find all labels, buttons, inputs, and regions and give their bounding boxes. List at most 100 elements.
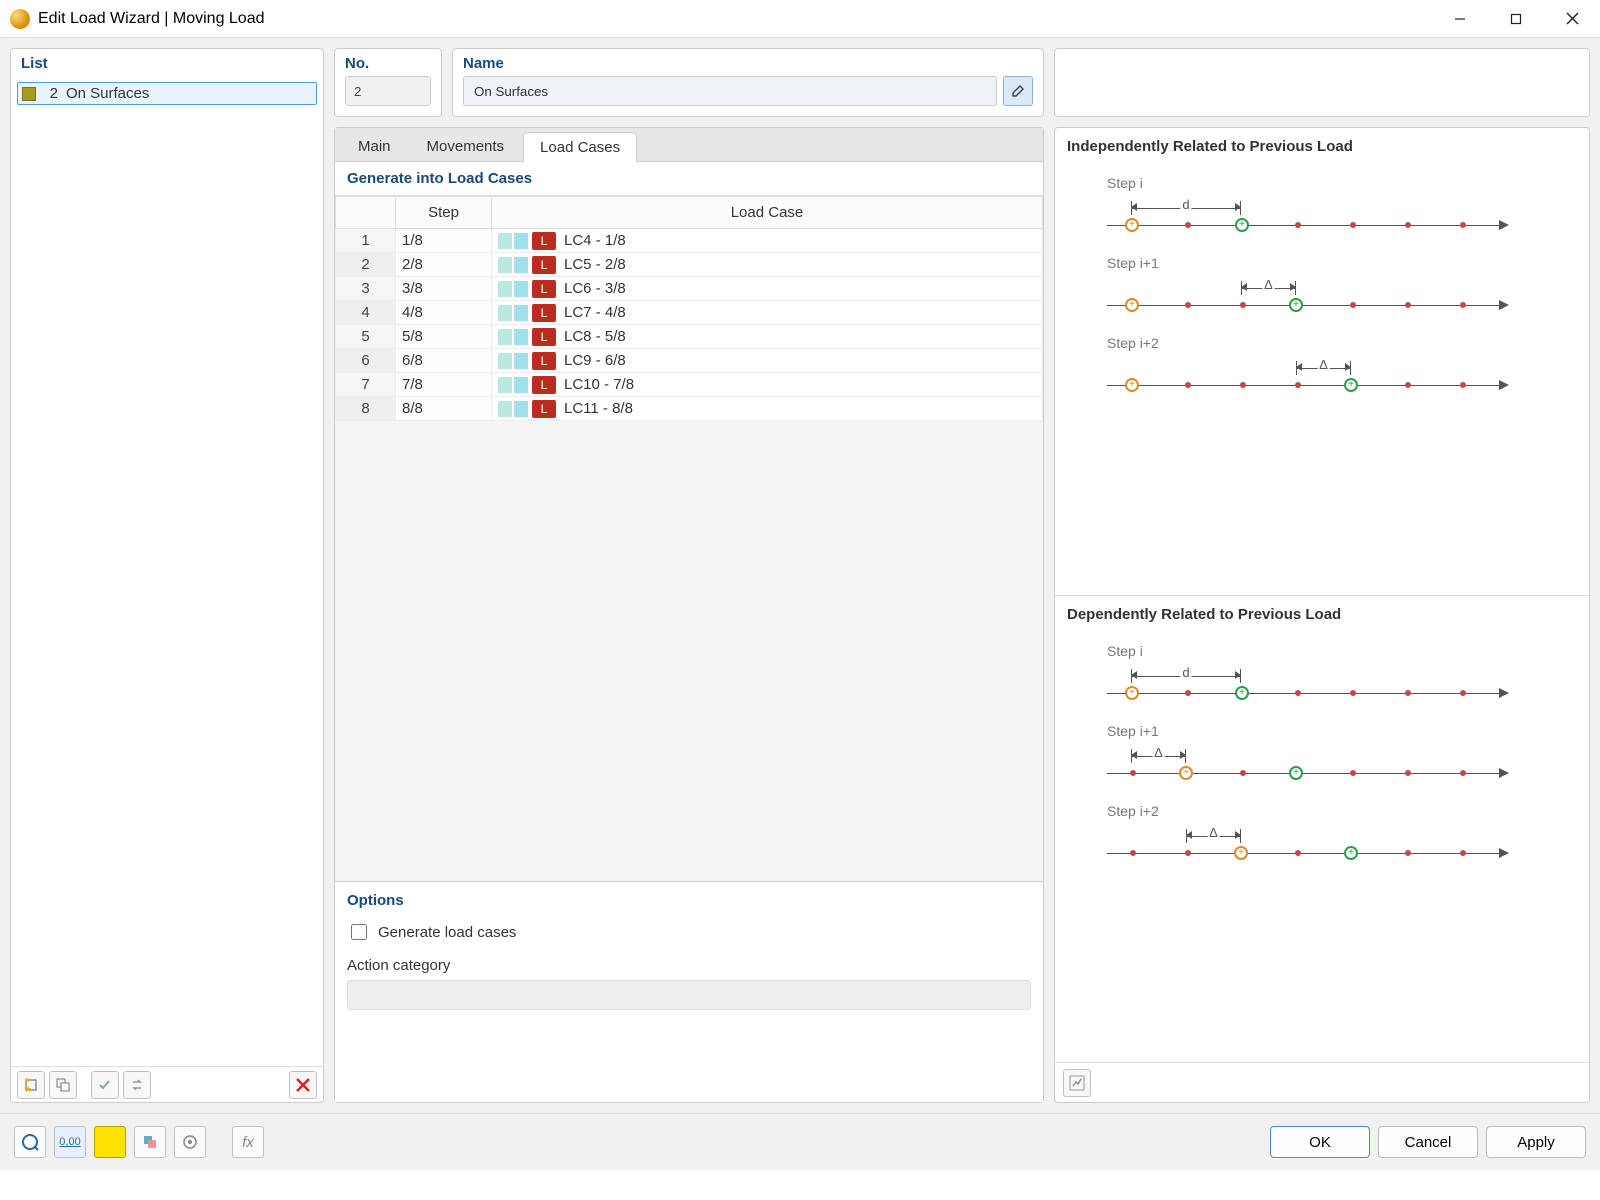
view-button[interactable] [174,1126,206,1158]
color-chip-icon [514,281,528,297]
generate-section-title: Generate into Load Cases [335,162,1043,195]
number-input[interactable] [345,76,431,106]
independent-section: Independently Related to Previous Load S… [1055,128,1589,595]
load-cases-table: Step Load Case 11/8LLC4 - 1/822/8LLC5 - … [335,196,1043,421]
ok-button[interactable]: OK [1270,1126,1370,1158]
load-case-text: LC6 - 3/8 [564,280,626,297]
l-badge-icon: L [532,328,556,346]
col-step[interactable]: Step [396,197,492,229]
step-cell[interactable]: 5/8 [396,325,492,349]
load-case-text: LC9 - 6/8 [564,352,626,369]
load-case-text: LC11 - 8/8 [564,400,633,417]
list-header: List [11,49,323,78]
tab-load-cases[interactable]: Load Cases [523,132,637,162]
step-cell[interactable]: 2/8 [396,253,492,277]
load-case-cell[interactable]: L LC8 - 5/8 [492,325,1043,349]
number-label: No. [345,55,431,72]
list-item-on-surfaces[interactable]: 2 On Surfaces [17,82,317,105]
color-chip-icon [514,329,528,345]
table-row[interactable]: 33/8LLC6 - 3/8 [336,277,1043,301]
new-item-button[interactable]: ★ [17,1071,45,1099]
step-cell[interactable]: 1/8 [396,229,492,253]
load-case-cell[interactable]: LLC5 - 2/8 [492,253,1043,277]
l-badge-icon: L [532,376,556,394]
step-cell[interactable]: 8/8 [396,397,492,421]
action-category-input[interactable] [347,980,1031,1010]
color-chip-icon [498,305,512,321]
function-button[interactable]: fx [232,1126,264,1158]
list-item-label: On Surfaces [66,85,149,102]
color-chip-icon [514,233,528,249]
dep-step-i: Step i d + + [1107,643,1577,705]
delete-item-button[interactable] [289,1071,317,1099]
diagram-options-button[interactable] [1063,1069,1091,1097]
swap-button[interactable] [123,1071,151,1099]
color-chip-icon [498,401,512,417]
dependent-title: Dependently Related to Previous Load [1067,606,1577,623]
table-row[interactable]: 66/8LLC9 - 6/8 [336,349,1043,373]
app-icon [10,9,30,29]
load-case-cell[interactable]: L LC10 - 7/8 [492,373,1043,397]
duplicate-item-button[interactable] [49,1071,77,1099]
units-button[interactable]: 0,00 [54,1126,86,1158]
name-field-box: Name [452,48,1044,117]
load-case-text: LC5 - 2/8 [564,256,626,273]
dialog-footer: 0,00 fx OK Cancel Apply [0,1113,1600,1170]
options-section: Options Generate load cases Action categ… [335,881,1043,1030]
color-chip-icon [498,281,512,297]
table-row[interactable]: 88/8LLC11 - 8/8 [336,397,1043,421]
layers-button[interactable] [134,1126,166,1158]
window-title: Edit Load Wizard | Moving Load [38,10,265,28]
row-number: 1 [336,229,396,253]
load-case-text: LC8 - 5/8 [564,328,626,345]
generate-load-cases-checkbox[interactable] [351,924,367,940]
step-cell[interactable]: 6/8 [396,349,492,373]
tab-area: Main Movements Load Cases Generate into … [334,127,1044,1103]
edit-name-button[interactable] [1003,76,1033,106]
name-label: Name [463,55,1033,72]
color-chip-icon [498,329,512,345]
load-case-cell[interactable]: LLC4 - 1/8 [492,229,1043,253]
tabbar: Main Movements Load Cases [335,128,1043,162]
preview-box [1054,48,1590,117]
step-cell[interactable]: 3/8 [396,277,492,301]
name-input[interactable] [463,76,997,106]
check-button[interactable] [91,1071,119,1099]
col-blank [336,197,396,229]
close-button[interactable] [1544,0,1600,38]
maximize-button[interactable] [1488,0,1544,38]
color-chip-icon [498,257,512,273]
dep-step-i1: Step i+1 Δ + + [1107,723,1577,785]
row-number: 8 [336,397,396,421]
tab-main[interactable]: Main [341,131,408,161]
independent-title: Independently Related to Previous Load [1067,138,1577,155]
color-swatch-icon [22,87,36,101]
table-row[interactable]: 22/8LLC5 - 2/8 [336,253,1043,277]
minimize-button[interactable] [1432,0,1488,38]
table-row[interactable]: 11/8LLC4 - 1/8 [336,229,1043,253]
tab-movements[interactable]: Movements [410,131,522,161]
cancel-button[interactable]: Cancel [1378,1126,1478,1158]
apply-button[interactable]: Apply [1486,1126,1586,1158]
load-case-cell[interactable]: LLC9 - 6/8 [492,349,1043,373]
table-row[interactable]: 44/8LLC7 - 4/8 [336,301,1043,325]
color-chip-icon [514,401,528,417]
load-case-cell[interactable]: LLC6 - 3/8 [492,277,1043,301]
load-case-cell[interactable]: LLC11 - 8/8 [492,397,1043,421]
generate-load-cases-checkbox-label[interactable]: Generate load cases [347,921,1031,943]
indep-step-i1: Step i+1 Δ + + [1107,255,1577,317]
color-chip-icon [514,305,528,321]
table-row[interactable]: 55/8LLC8 - 5/8 [336,325,1043,349]
color-chip-icon [498,233,512,249]
color-picker-button[interactable] [94,1126,126,1158]
step-cell[interactable]: 7/8 [396,373,492,397]
load-case-text: LC10 - 7/8 [564,376,634,393]
list-panel: List 2 On Surfaces ★ [10,48,324,1103]
table-row[interactable]: 77/8 L LC10 - 7/8 [336,373,1043,397]
color-chip-icon [498,377,512,393]
help-button[interactable] [14,1126,46,1158]
step-cell[interactable]: 4/8 [396,301,492,325]
row-number: 7 [336,373,396,397]
load-case-cell[interactable]: LLC7 - 4/8 [492,301,1043,325]
col-load-case[interactable]: Load Case [492,197,1043,229]
